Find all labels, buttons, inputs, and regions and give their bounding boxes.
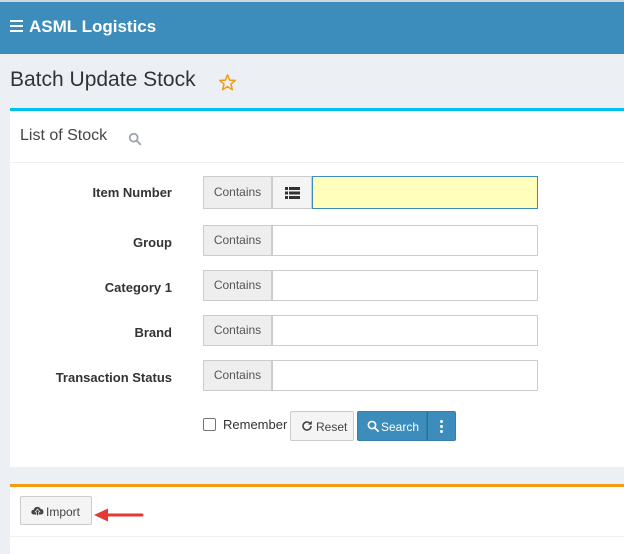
brand-operator[interactable]: Contains	[203, 315, 272, 346]
refresh-icon	[302, 420, 312, 431]
list-icon	[285, 187, 300, 199]
brand-label: Brand	[134, 325, 172, 340]
more-options-button[interactable]	[427, 411, 456, 441]
top-navbar: ASML Logistics	[0, 2, 624, 54]
brand-input[interactable]	[272, 315, 538, 346]
reset-button[interactable]: Reset	[290, 411, 354, 441]
remember-label[interactable]: Remember	[223, 417, 287, 432]
box-header: List of Stock	[10, 111, 624, 163]
search-icon[interactable]	[128, 132, 142, 146]
item-number-operator[interactable]: Contains	[203, 176, 272, 209]
import-box: Import	[10, 484, 624, 554]
search-button[interactable]: Search	[357, 411, 427, 441]
box-title: List of Stock	[20, 127, 108, 144]
hamburger-icon[interactable]	[10, 20, 23, 32]
star-outline-icon[interactable]	[218, 73, 237, 92]
remember-checkbox[interactable]	[203, 418, 216, 431]
search-icon	[367, 420, 379, 432]
transaction-status-operator[interactable]: Contains	[203, 360, 272, 391]
vertical-ellipsis-icon	[440, 420, 443, 423]
transaction-status-label: Transaction Status	[55, 370, 172, 385]
item-number-list-button[interactable]	[272, 176, 312, 209]
category-1-label: Category 1	[104, 280, 172, 295]
group-input[interactable]	[272, 225, 538, 256]
item-number-input[interactable]	[312, 176, 538, 209]
category-1-input[interactable]	[272, 270, 538, 301]
cloud-upload-icon	[31, 506, 44, 516]
box-divider	[10, 536, 624, 537]
import-button[interactable]: Import	[20, 496, 92, 525]
import-label: Import	[46, 505, 81, 519]
search-label: Search	[381, 420, 420, 434]
transaction-status-input[interactable]	[272, 360, 538, 391]
group-label: Group	[133, 235, 172, 250]
category-1-operator[interactable]: Contains	[203, 270, 272, 301]
list-of-stock-box: List of Stock Item Number Contains Group…	[10, 108, 624, 467]
group-operator[interactable]: Contains	[203, 225, 272, 256]
page-title: Batch Update Stock	[10, 68, 196, 91]
reset-label: Reset	[316, 420, 348, 434]
item-number-label: Item Number	[92, 185, 172, 200]
annotation-arrow	[94, 508, 144, 522]
app-brand[interactable]: ASML Logistics	[29, 17, 156, 37]
